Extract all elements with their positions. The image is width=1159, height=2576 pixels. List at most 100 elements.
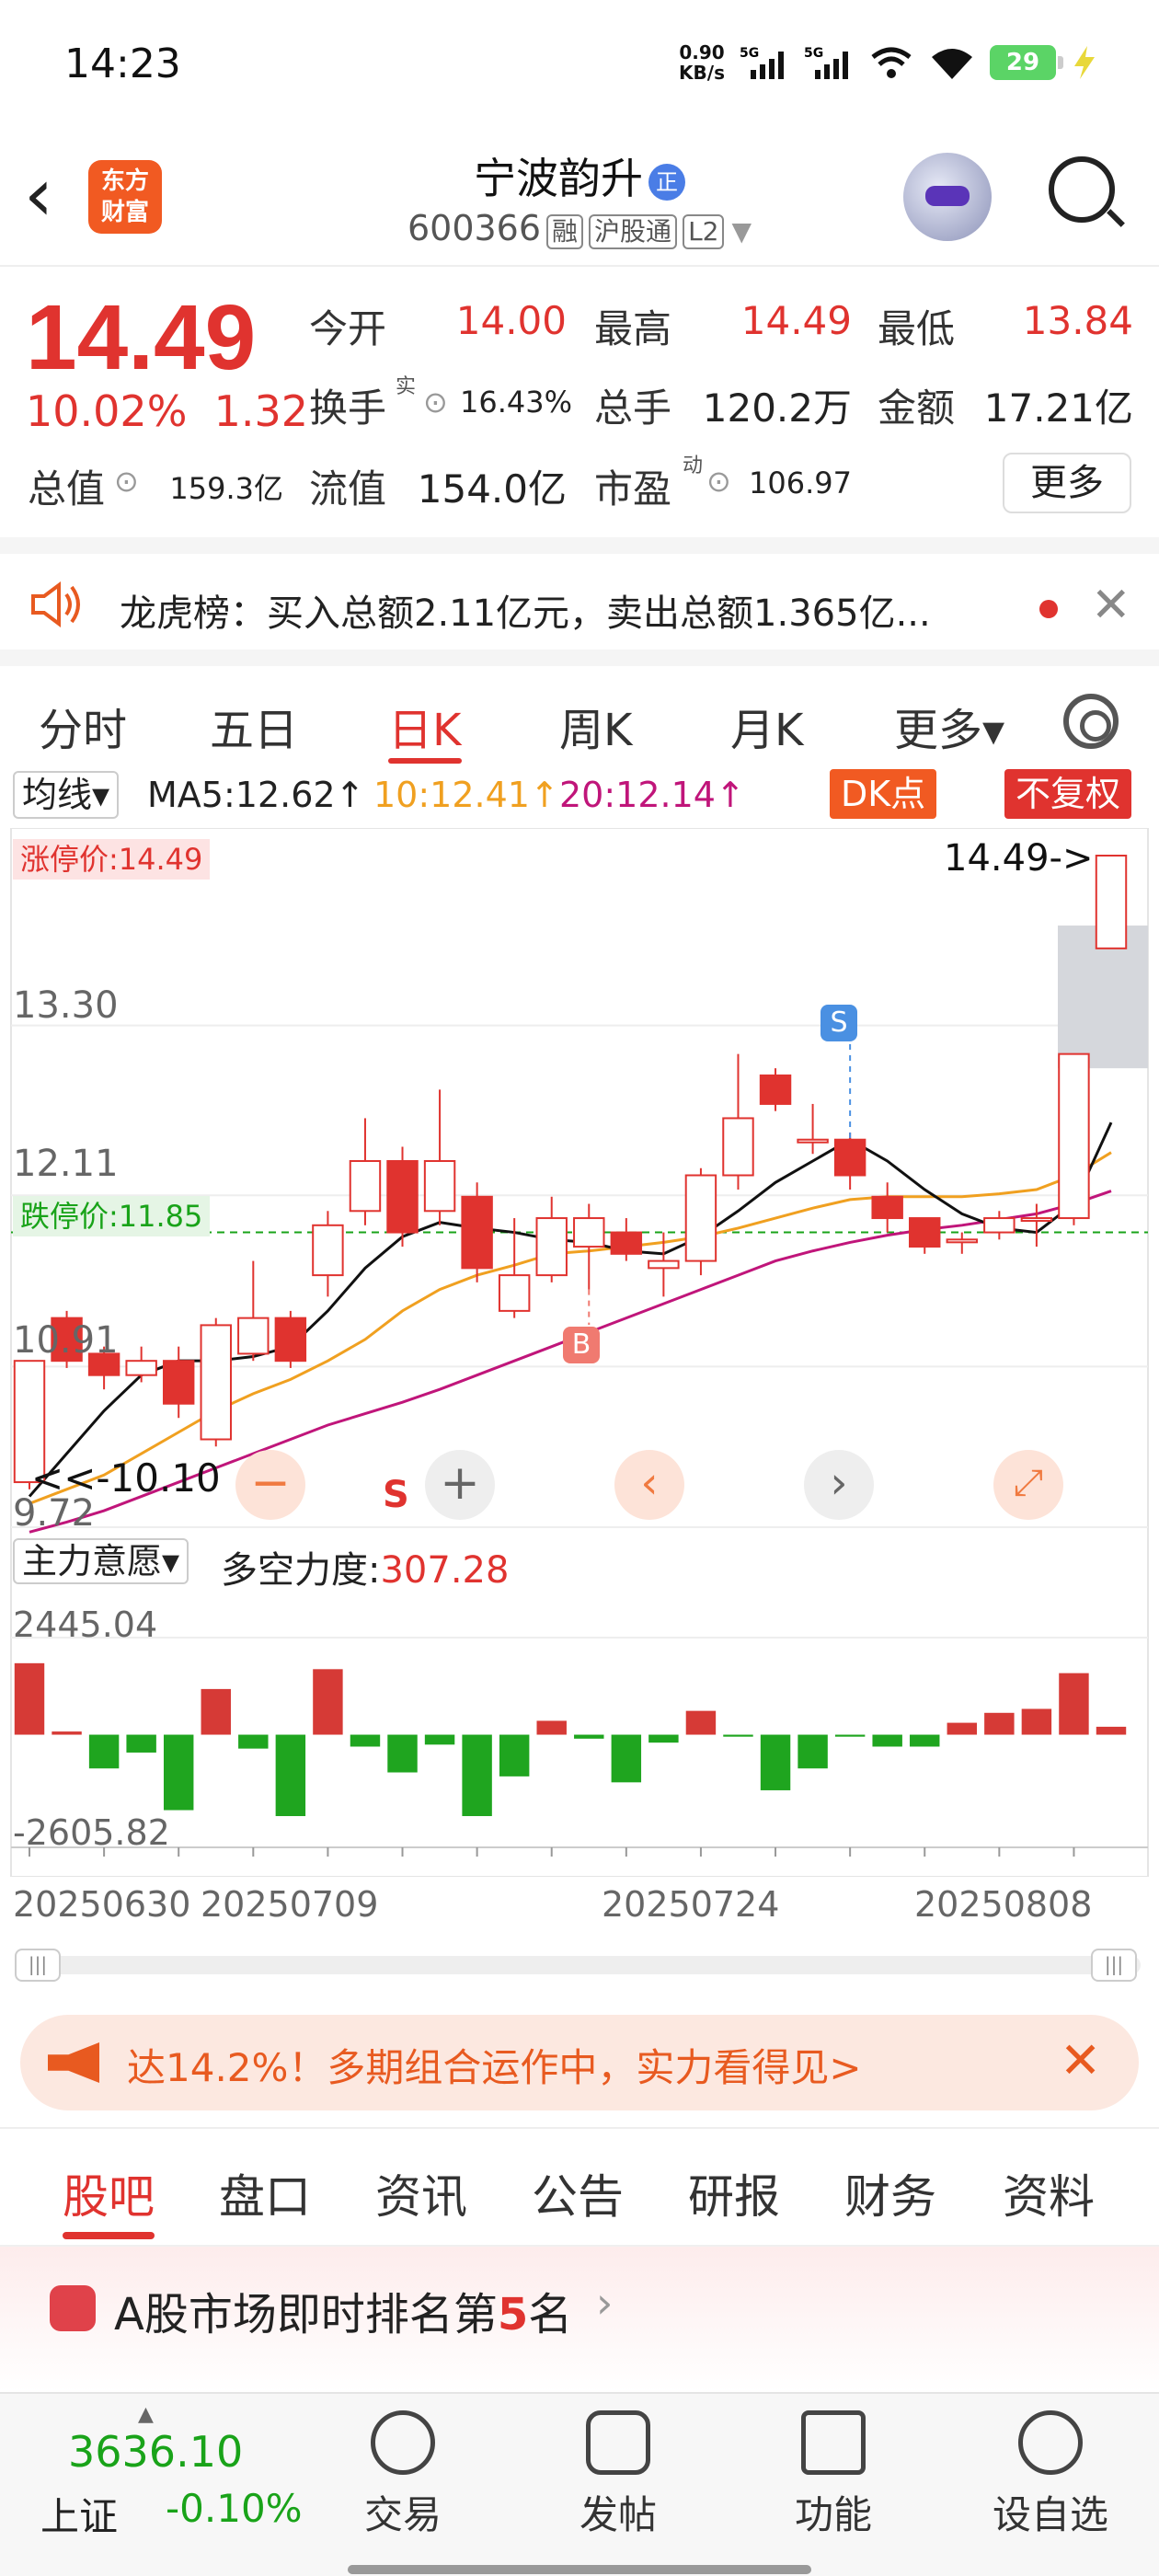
indicator-select[interactable]: 主力意愿▾ [13,1538,189,1584]
last-price: 14.49 [26,286,257,389]
pe-sup: 动 [683,454,704,477]
nav-functions[interactable]: 功能 [760,2410,907,2540]
zoom-out-button[interactable]: − [235,1450,305,1520]
up-arrow-icon: ▲ [138,2403,154,2426]
tab-guba[interactable]: 股吧 [63,2160,155,2226]
status-bar: 14:23 0.90 KB/s 5G 5G 29 [0,0,1159,138]
indicator-bar [910,1734,940,1747]
range-handle-left[interactable]: ||| [15,1949,61,1982]
zoom-in-button[interactable]: + [425,1450,495,1520]
candle [386,1159,419,1234]
megaphone-icon [48,2042,99,2083]
expand-icon[interactable]: ⤢ [993,1450,1063,1520]
index-change[interactable]: -0.10% [166,2486,303,2531]
info-icon[interactable]: ⊙ [114,464,139,499]
y-tick: 10.91 [13,1319,119,1362]
more-button[interactable]: 更多 [1003,453,1131,513]
range-scrollbar[interactable] [15,1956,1141,1974]
candle [946,1238,979,1244]
candles [13,855,1128,1489]
indicator-bar [760,1734,791,1790]
robot-avatar[interactable] [903,153,992,241]
indicator-bar [984,1712,1015,1735]
tab-monthly-k[interactable]: 月K [730,694,803,758]
sell-signal[interactable]: S [820,1005,857,1041]
name-badge: 正 [648,163,685,201]
gear-icon[interactable] [1063,694,1119,749]
battery-icon: 29 [990,45,1063,80]
indicator-bar [536,1720,567,1735]
tab-5day[interactable]: 五日 [210,694,298,758]
ranking-icon [50,2285,96,2331]
indicator-bar [201,1688,231,1735]
candle [871,1195,903,1220]
chevron-left-icon[interactable]: ‹ [614,1450,684,1520]
nav-watchlist[interactable]: 设自选 [977,2410,1124,2540]
svg-text:5G: 5G [804,46,823,61]
dk-button[interactable]: DK点 [830,769,937,819]
chevron-down-icon[interactable]: ▼ [731,216,752,247]
rank-text: A股市场即时排名第5名 [114,2289,573,2340]
tab-weekly-k[interactable]: 周K [559,694,632,758]
candle [125,1360,157,1376]
tab-news[interactable]: 资讯 [375,2160,467,2226]
indicator-bar [163,1734,194,1811]
indicator-bar [350,1734,381,1747]
ma-select[interactable]: 均线▾ [13,771,120,819]
svg-text:5G: 5G [740,46,759,61]
wifi-icon [932,49,972,79]
lhb-banner[interactable]: 龙虎榜：买入总额2.11亿元，卖出总额1.365亿... ✕ [0,537,1159,648]
volume-label: 总手 [594,385,672,431]
amount-label: 金额 [878,385,956,431]
ma10-label: 10:12.41↑ [373,775,559,815]
indicator-bar [1059,1673,1089,1735]
candle [610,1231,643,1255]
range-handle-right[interactable]: ||| [1091,1949,1137,1982]
mktcap-value: 159.3亿 [169,471,283,506]
tab-research[interactable]: 研报 [688,2160,780,2226]
nav-trade[interactable]: 交易 [329,2410,476,2540]
candle [909,1217,941,1248]
unread-dot [1039,600,1058,618]
close-icon[interactable]: ✕ [1060,2031,1101,2089]
indicator-bar [685,1710,717,1735]
charging-icon [1074,46,1095,79]
tab-profile[interactable]: 资料 [1003,2160,1095,2226]
low-label: 最低 [878,306,956,351]
index-value[interactable]: 3636.10 [68,2427,243,2477]
indicator-bar [499,1734,530,1777]
tab-daily-k[interactable]: 日K [388,694,461,758]
indicator-bar [1096,1726,1127,1735]
tab-pankou[interactable]: 盘口 [219,2160,311,2226]
index-name[interactable]: 上证 [40,2486,118,2542]
tag-level2: L2 [683,214,725,249]
indicator-bar [872,1734,902,1747]
date-label: 20250630 [13,1884,191,1925]
home-indicator[interactable] [348,2565,811,2574]
signal-s-below: S [383,1474,409,1516]
tab-more[interactable]: 更多▾ [894,694,1004,758]
ma5-line [28,1121,1113,1498]
rank-card[interactable]: A股市场即时排名第5名 › [0,2245,1159,2392]
info-icon[interactable]: ⊙ [706,464,731,499]
tab-intraday[interactable]: 分时 [39,694,127,758]
candle [833,1138,866,1177]
fq-button[interactable]: 不复权 [1004,769,1132,819]
quote-panel: 14.49 10.02% 1.32 今开 14.00 最高 14.49 最低 1… [0,269,1159,535]
close-icon[interactable]: ✕ [1091,578,1131,633]
period-low-marker: <<-10.10 [31,1455,221,1501]
candle [274,1317,307,1363]
tab-announcement[interactable]: 公告 [532,2160,624,2226]
nav-post[interactable]: 发帖 [545,2410,692,2540]
indicator-bar [126,1734,156,1753]
hotspot-icon [871,47,912,78]
search-icon[interactable] [1049,156,1115,223]
chevron-right-icon[interactable]: › [804,1450,874,1520]
buy-signal[interactable]: B [563,1327,600,1363]
candle [535,1217,568,1277]
ad-banner[interactable]: 达14.2%！多期组合运作中，实力看得见> ✕ [20,2015,1139,2110]
tab-finance[interactable]: 财务 [844,2160,936,2226]
chevron-right-icon[interactable]: › [596,2278,613,2328]
info-icon[interactable]: ⊙ [423,385,448,420]
stock-header: ‹ 东方 财富 宁波韵升正 600366 融沪股通 L2 ▼ [0,138,1159,267]
